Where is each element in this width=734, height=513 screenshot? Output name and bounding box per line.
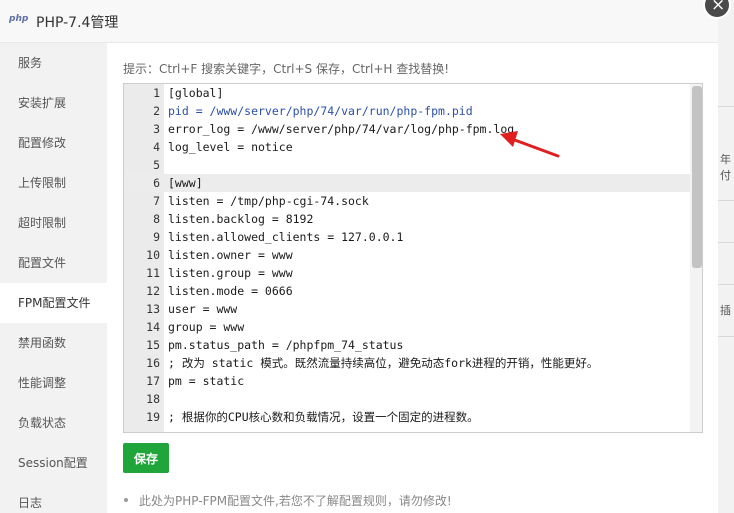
php-manager-dialog: php PHP-7.4管理 服务 安装扩展 配置修改 上传限制 超时限制 配置文… <box>0 0 718 513</box>
bullet-icon <box>124 498 128 502</box>
close-icon: × <box>711 0 726 15</box>
background-divider <box>718 336 734 337</box>
background-divider <box>718 242 734 243</box>
background-divider <box>718 200 734 201</box>
background-fragment: 插 <box>720 304 731 317</box>
background-fragment: 年付 <box>720 153 731 182</box>
save-button[interactable]: 保存 <box>123 443 169 473</box>
background-page-strip <box>718 0 734 513</box>
background-divider <box>718 106 734 107</box>
background-divider <box>718 284 734 285</box>
red-arrow-annotation-icon <box>500 131 560 158</box>
config-warning-note: 此处为PHP-FPM配置文件,若您不了解配置规则，请勿修改! <box>139 494 452 508</box>
